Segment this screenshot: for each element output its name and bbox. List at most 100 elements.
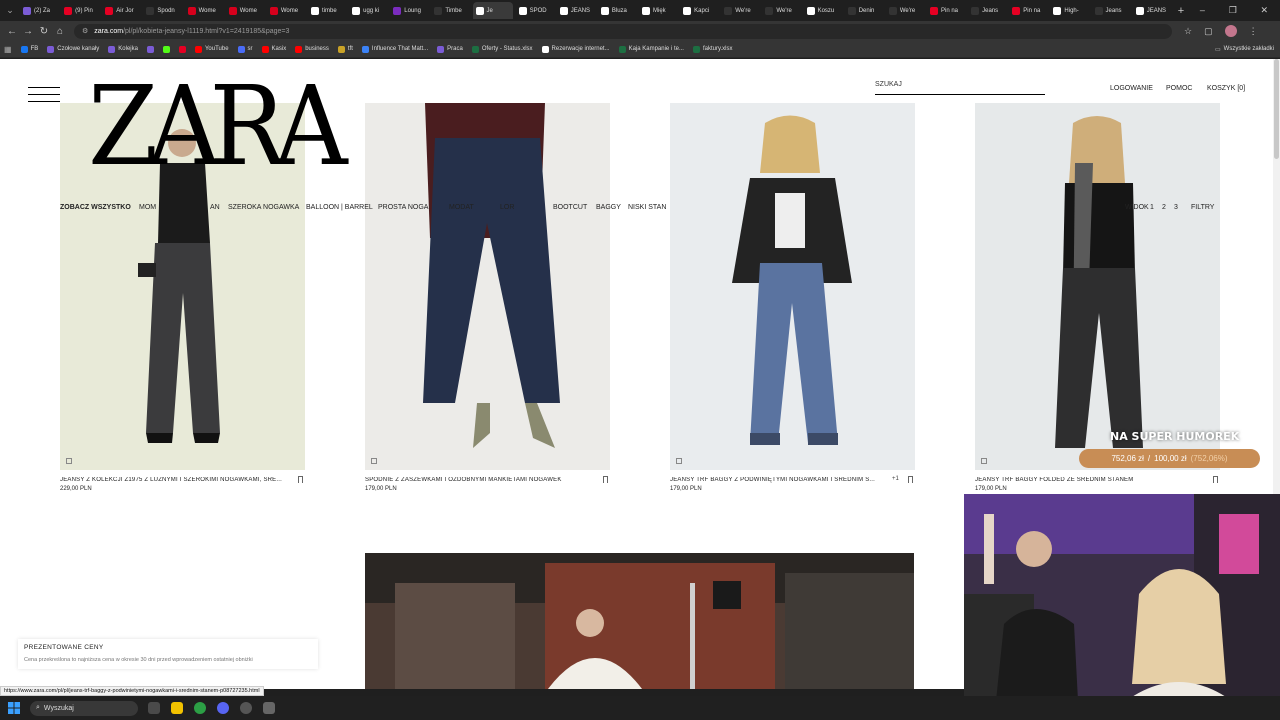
bookmark-star-icon[interactable]: ☆: [1184, 26, 1192, 37]
bookmark-item[interactable]: faktury.xlsx: [692, 45, 733, 53]
bookmark-item[interactable]: Kasix: [261, 45, 286, 53]
bookmark-item[interactable]: Influence That Matt...: [361, 45, 428, 53]
browser-tab[interactable]: ugg ki: [349, 2, 387, 19]
minimize-icon[interactable]: –: [1200, 5, 1205, 16]
view-option-3[interactable]: 3: [1174, 204, 1178, 211]
windows-start-icon[interactable]: [0, 696, 28, 720]
bookmark-item[interactable]: tft: [337, 45, 353, 53]
browser-tab[interactable]: timbe: [308, 2, 346, 19]
bookmark-item[interactable]: YouTube: [194, 45, 229, 53]
obs-icon[interactable]: [240, 702, 252, 714]
bookmark-item[interactable]: Kolejka: [108, 45, 138, 53]
bookmark-item[interactable]: Praca: [437, 45, 463, 53]
all-bookmarks[interactable]: ▭ Wszystkie zakładki: [1215, 46, 1274, 53]
bookmark-item[interactable]: FB: [20, 45, 38, 53]
category-wide-leg[interactable]: SZEROKA NOGAWKA: [228, 204, 299, 211]
forward-icon[interactable]: →: [20, 26, 36, 37]
browser-tab[interactable]: Bluza: [598, 2, 636, 19]
category-an[interactable]: AN: [210, 204, 220, 211]
browser-tab[interactable]: Wome: [267, 2, 305, 19]
terminal-icon[interactable]: [263, 702, 275, 714]
back-icon[interactable]: ←: [4, 26, 20, 37]
quick-add-icon[interactable]: [66, 458, 72, 464]
bookmark-item[interactable]: Oferty - Status.xlsx: [471, 45, 533, 53]
quick-add-icon[interactable]: [371, 458, 377, 464]
category-all[interactable]: ZOBACZ WSZYSTKO: [60, 204, 131, 211]
product-title[interactable]: JEANSY TRF BAGGY Z PODWINIĘTYMI NOGAWKAM…: [670, 477, 902, 483]
browser-tab[interactable]: Spodn: [143, 2, 181, 19]
save-icon[interactable]: [1213, 476, 1218, 483]
bookmark-item[interactable]: [178, 45, 186, 53]
category-lor[interactable]: LOR: [500, 204, 514, 211]
save-icon[interactable]: [298, 476, 303, 483]
reload-icon[interactable]: ↻: [36, 26, 52, 37]
product-card-2[interactable]: SPODNIE Z ZASZEWKAMI I OZDOBNYMI MANKIET…: [365, 103, 610, 492]
filters-button[interactable]: FILTRY: [1191, 204, 1214, 211]
bookmark-item[interactable]: [162, 45, 170, 53]
url-field[interactable]: ⚙ zara.com/pl/pl/kobieta-jeansy-l1119.ht…: [74, 23, 1172, 39]
scrollbar-thumb[interactable]: [1274, 59, 1279, 159]
cart-link[interactable]: KOSZYK [0]: [1207, 85, 1245, 92]
browser-tab[interactable]: Je: [472, 2, 513, 19]
browser-tab[interactable]: (9) Pin: [61, 2, 99, 19]
extensions-icon[interactable]: ▢: [1204, 26, 1213, 37]
quick-add-icon[interactable]: [981, 458, 987, 464]
menu-hamburger-icon[interactable]: [28, 87, 60, 107]
product-card-3[interactable]: JEANSY TRF BAGGY Z PODWINIĘTYMI NOGAWKAM…: [670, 103, 915, 492]
bookmark-item[interactable]: Czołowe kanały: [47, 45, 99, 53]
browser-tab[interactable]: Wome: [226, 2, 264, 19]
login-link[interactable]: LOGOWANIE: [1110, 85, 1153, 92]
product-photo[interactable]: [365, 103, 610, 470]
browser-tab[interactable]: Timbe: [431, 2, 469, 19]
browser-tab[interactable]: Koszu: [804, 2, 842, 19]
home-icon[interactable]: ⌂: [52, 26, 68, 37]
browser-tab[interactable]: Loung: [390, 2, 428, 19]
category-baggy[interactable]: BAGGY: [596, 204, 621, 211]
search-input[interactable]: SZUKAJ: [875, 81, 1045, 95]
product-title[interactable]: JEANSY Z KOLEKCJI Z1975 Z LUŹNYMI I SZER…: [60, 477, 292, 483]
browser-tab[interactable]: JEANS: [1133, 2, 1171, 19]
help-link[interactable]: POMOC: [1166, 85, 1192, 92]
category-mom[interactable]: MOM: [139, 204, 156, 211]
product-photo[interactable]: [975, 103, 1220, 470]
zara-logo[interactable]: ZARA: [88, 71, 348, 181]
save-icon[interactable]: [603, 476, 608, 483]
category-low-rise[interactable]: NISKI STAN: [628, 204, 666, 211]
bookmark-item[interactable]: Rezerwacje internet...: [541, 45, 610, 53]
product-title[interactable]: JEANSY TRF BAGGY FOLDED ZE ŚREDNIM STANE…: [975, 477, 1207, 483]
editorial-banner[interactable]: [365, 553, 914, 689]
task-view-icon[interactable]: [148, 702, 160, 714]
browser-tab[interactable]: We're: [886, 2, 924, 19]
category-straight[interactable]: PROSTA NOGA: [378, 204, 428, 211]
browser-tab[interactable]: Denin: [845, 2, 883, 19]
taskbar-search[interactable]: ⌕ Wyszukaj: [30, 700, 138, 716]
browser-tab[interactable]: SPOD: [516, 2, 554, 19]
browser-tab[interactable]: (2) Za: [20, 2, 58, 19]
quick-add-icon[interactable]: [676, 458, 682, 464]
browser-tab[interactable]: Jeans: [968, 2, 1006, 19]
file-explorer-icon[interactable]: [171, 702, 183, 714]
browser-tab[interactable]: Jeans: [1092, 2, 1130, 19]
product-photo[interactable]: [670, 103, 915, 470]
browser-tab[interactable]: Kapci: [680, 2, 718, 19]
category-balloon[interactable]: BALLOON | BARREL: [306, 204, 373, 211]
browser-tab[interactable]: Air Jor: [102, 2, 140, 19]
bookmark-item[interactable]: [146, 45, 154, 53]
site-info-icon[interactable]: ⚙: [82, 27, 88, 35]
product-title[interactable]: SPODNIE Z ZASZEWKAMI I OZDOBNYMI MANKIET…: [365, 477, 597, 483]
browser-tab[interactable]: We're: [721, 2, 759, 19]
browser-tab[interactable]: JEANS: [557, 2, 595, 19]
category-bootcut[interactable]: BOOTCUT: [553, 204, 587, 211]
view-option-2[interactable]: 2: [1162, 204, 1166, 211]
tab-search-icon[interactable]: ⌄: [0, 0, 20, 21]
browser-tab[interactable]: Mięk: [639, 2, 677, 19]
chrome-icon[interactable]: [194, 702, 206, 714]
save-icon[interactable]: [908, 476, 913, 483]
browser-tab[interactable]: Wome: [185, 2, 223, 19]
profile-avatar[interactable]: [1224, 25, 1237, 37]
browser-tab[interactable]: Pin na: [927, 2, 965, 19]
apps-icon[interactable]: ▦: [4, 45, 12, 54]
discord-icon[interactable]: [217, 702, 229, 714]
browser-tab[interactable]: We're: [762, 2, 800, 19]
browser-tab[interactable]: High-: [1050, 2, 1088, 19]
